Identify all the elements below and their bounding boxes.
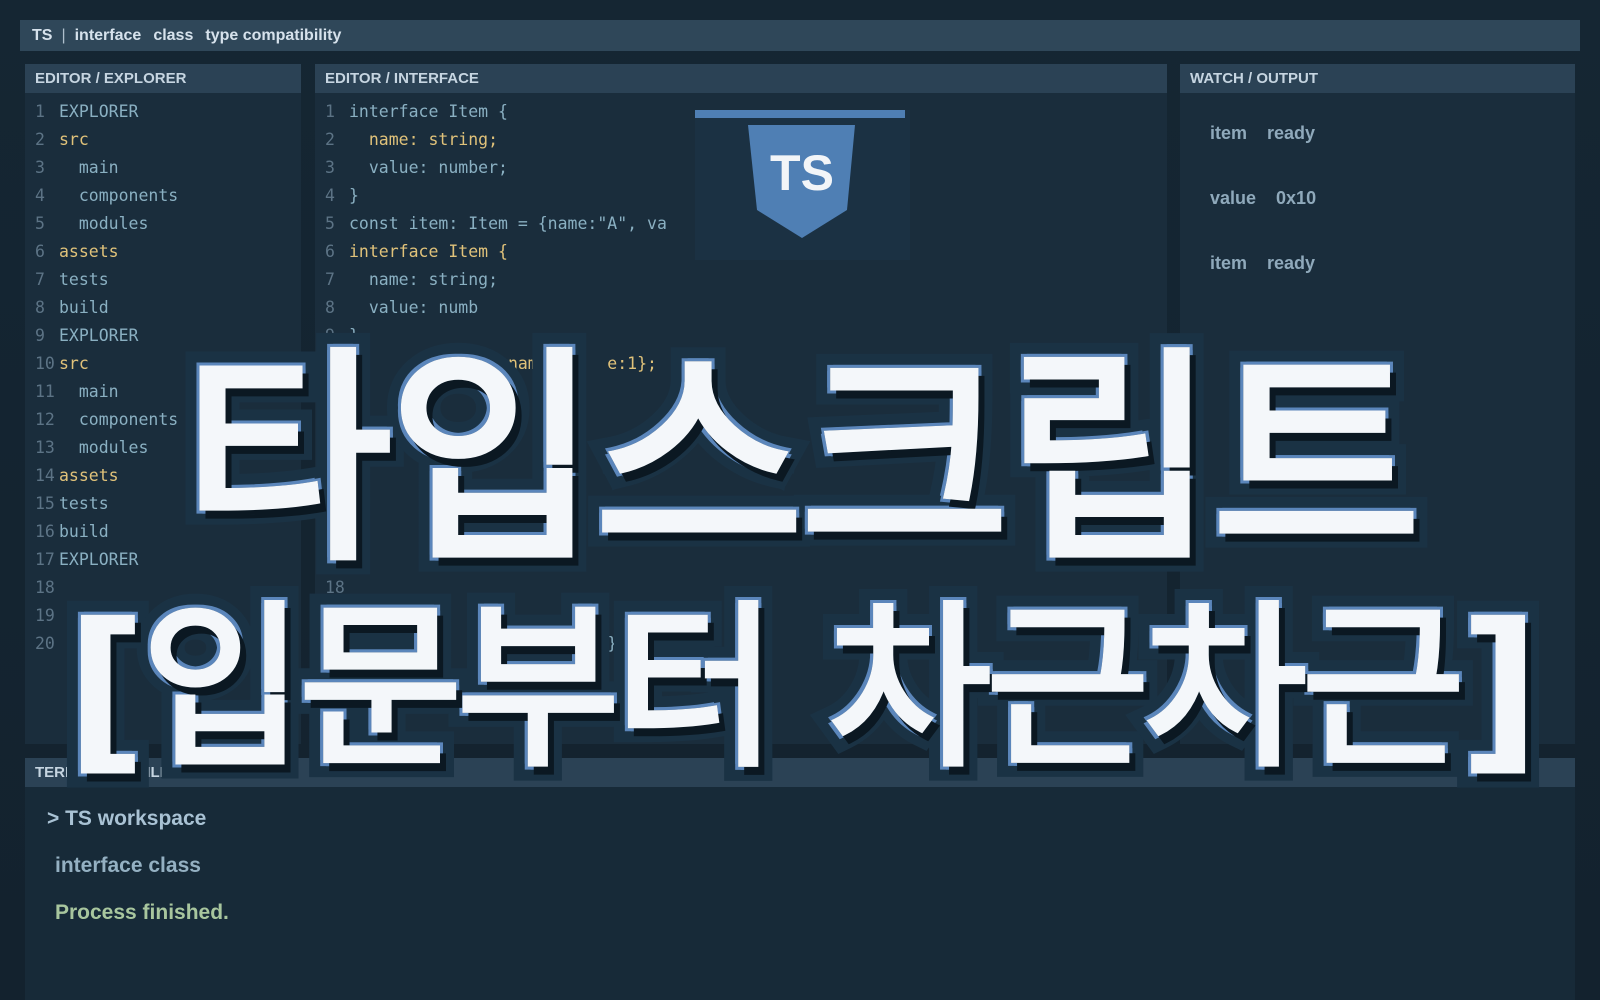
explorer-line[interactable]: 3 main xyxy=(25,154,301,182)
explorer-line[interactable]: 4 components xyxy=(25,182,301,210)
explorer-line-text: main xyxy=(59,158,119,177)
watch-panel-header: WATCH / OUTPUT xyxy=(1180,64,1575,93)
line-number: 6 xyxy=(325,242,335,261)
editor-line-text: value: number; xyxy=(349,158,508,177)
explorer-line-text: src xyxy=(59,130,89,149)
terminal-line: Process finished. xyxy=(55,901,229,924)
watch-name: item xyxy=(1210,253,1248,273)
explorer-line-text: EXPLORER xyxy=(59,102,139,121)
tab-type-compatibility[interactable]: type compatibility xyxy=(205,27,341,45)
title-separator: | xyxy=(61,26,66,44)
tab-class[interactable]: class xyxy=(153,27,193,45)
line-number: 1 xyxy=(325,102,335,121)
watch-value: ready xyxy=(1267,253,1316,273)
terminal-line: interface class xyxy=(55,854,201,877)
editor-line-text: } xyxy=(349,186,359,205)
editor-line-text: name: string; xyxy=(349,130,499,149)
explorer-line[interactable]: 5 modules xyxy=(25,210,301,238)
terminal-line: > TS workspace xyxy=(47,807,207,830)
line-number: 4 xyxy=(35,186,45,205)
line-number: 1 xyxy=(35,102,45,121)
line-number: 3 xyxy=(35,158,45,177)
typescript-logo: TS xyxy=(695,110,910,260)
watch-row[interactable]: value 0x10 xyxy=(1210,188,1575,253)
explorer-line-text: components xyxy=(59,186,179,205)
line-number: 5 xyxy=(35,214,45,233)
line-number: 4 xyxy=(325,186,335,205)
logo-text: TS xyxy=(770,145,834,201)
editor-line-text: interface Item { xyxy=(349,242,508,261)
editor-line-text: interface Item { xyxy=(349,102,508,121)
line-number: 2 xyxy=(35,130,45,149)
editor-panel-header: EDITOR / INTERFACE xyxy=(315,64,1167,93)
line-number: 3 xyxy=(325,158,335,177)
overlay-subtitle-text: [입문부터 차근차근] xyxy=(52,571,1555,806)
explorer-line-text: assets xyxy=(59,242,119,261)
watch-name: value xyxy=(1210,188,1257,208)
watch-row[interactable]: item ready xyxy=(1210,123,1575,188)
typescript-shield-icon: TS xyxy=(695,110,905,238)
brand-label: TS xyxy=(32,26,53,44)
explorer-panel-header: EDITOR / EXPLORER xyxy=(25,64,301,93)
line-number: 2 xyxy=(325,130,335,149)
terminal-output[interactable]: > TS workspace interface class Process fin… xyxy=(25,787,1575,936)
explorer-line[interactable]: 2 src xyxy=(25,126,301,154)
explorer-line[interactable]: 1 EXPLORER xyxy=(25,98,301,126)
line-number: 5 xyxy=(325,214,335,233)
tab-interface[interactable]: interface xyxy=(75,27,142,45)
explorer-line[interactable]: 6 assets xyxy=(25,238,301,266)
watch-name: item xyxy=(1210,123,1248,143)
title-bar: TS | interface class type compatibility xyxy=(20,20,1580,51)
watch-value: ready xyxy=(1267,123,1316,143)
explorer-line-text: modules xyxy=(59,214,149,233)
app-window: TS | interface class type compatibility … xyxy=(0,0,1600,1000)
watch-value: 0x10 xyxy=(1276,188,1317,208)
line-number: 6 xyxy=(35,242,45,261)
overlay-subtitle: [입문부터 차근차근] xyxy=(0,545,1600,806)
editor-line-text: const item: Item = {name:"A", va xyxy=(349,214,667,233)
